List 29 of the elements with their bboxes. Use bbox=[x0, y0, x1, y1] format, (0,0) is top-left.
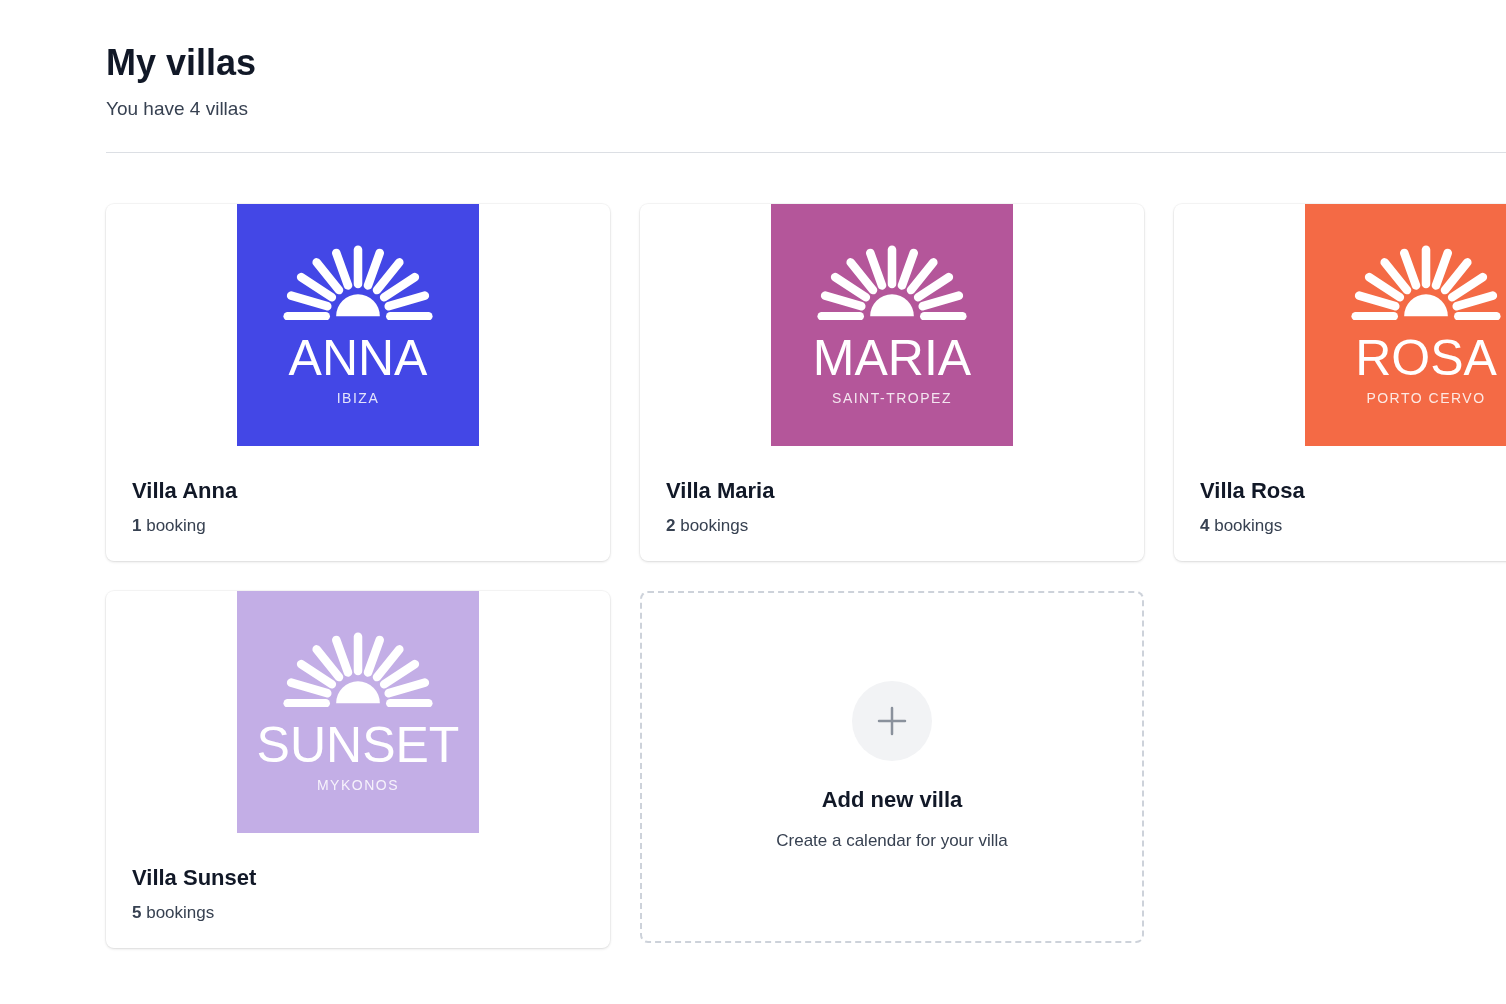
logo-name: SUNSET bbox=[256, 719, 460, 771]
logo-location: MYKONOS bbox=[316, 777, 400, 793]
sun-icon bbox=[282, 244, 434, 320]
booking-count: 4 bookings bbox=[1200, 516, 1283, 536]
logo-name: ANNA bbox=[288, 332, 428, 384]
villa-name: Villa Sunset bbox=[132, 865, 257, 891]
villa-name: Villa Anna bbox=[132, 478, 238, 504]
logo-location: IBIZA bbox=[336, 390, 380, 406]
sun-icon bbox=[1350, 244, 1502, 320]
villa-name: Villa Maria bbox=[666, 478, 775, 504]
booking-count: 2 bookings bbox=[666, 516, 749, 536]
villa-card[interactable]: SUNSET MYKONOS Villa Sunset 5 bookings bbox=[106, 591, 610, 948]
booking-count: 5 bookings bbox=[132, 903, 215, 923]
villa-card[interactable]: ROSA PORTO CERVO Villa Rosa 4 bookings bbox=[1174, 204, 1506, 561]
booking-count: 1 booking bbox=[132, 516, 206, 536]
page-title: My villas bbox=[106, 41, 258, 85]
villa-card[interactable]: ANNA IBIZA Villa Anna 1 booking bbox=[106, 204, 610, 561]
villa-count: You have 4 villas bbox=[106, 98, 249, 120]
logo-location: SAINT-TROPEZ bbox=[832, 390, 952, 406]
villa-name: Villa Rosa bbox=[1200, 478, 1305, 504]
add-villa-card[interactable]: Add new villa Create a calendar for your villa bbox=[640, 591, 1144, 943]
logo-name: MARIA bbox=[812, 332, 972, 384]
add-villa-title: Add new villa bbox=[821, 787, 963, 813]
logo-name: ROSA bbox=[1355, 332, 1497, 384]
add-villa-description: Create a calendar for your villa bbox=[776, 831, 1008, 851]
sun-icon bbox=[816, 244, 968, 320]
logo-location: PORTO CERVO bbox=[1366, 390, 1486, 406]
villa-card[interactable]: MARIA SAINT-TROPEZ Villa Maria 2 bookings bbox=[640, 204, 1144, 561]
sun-icon bbox=[282, 631, 434, 707]
